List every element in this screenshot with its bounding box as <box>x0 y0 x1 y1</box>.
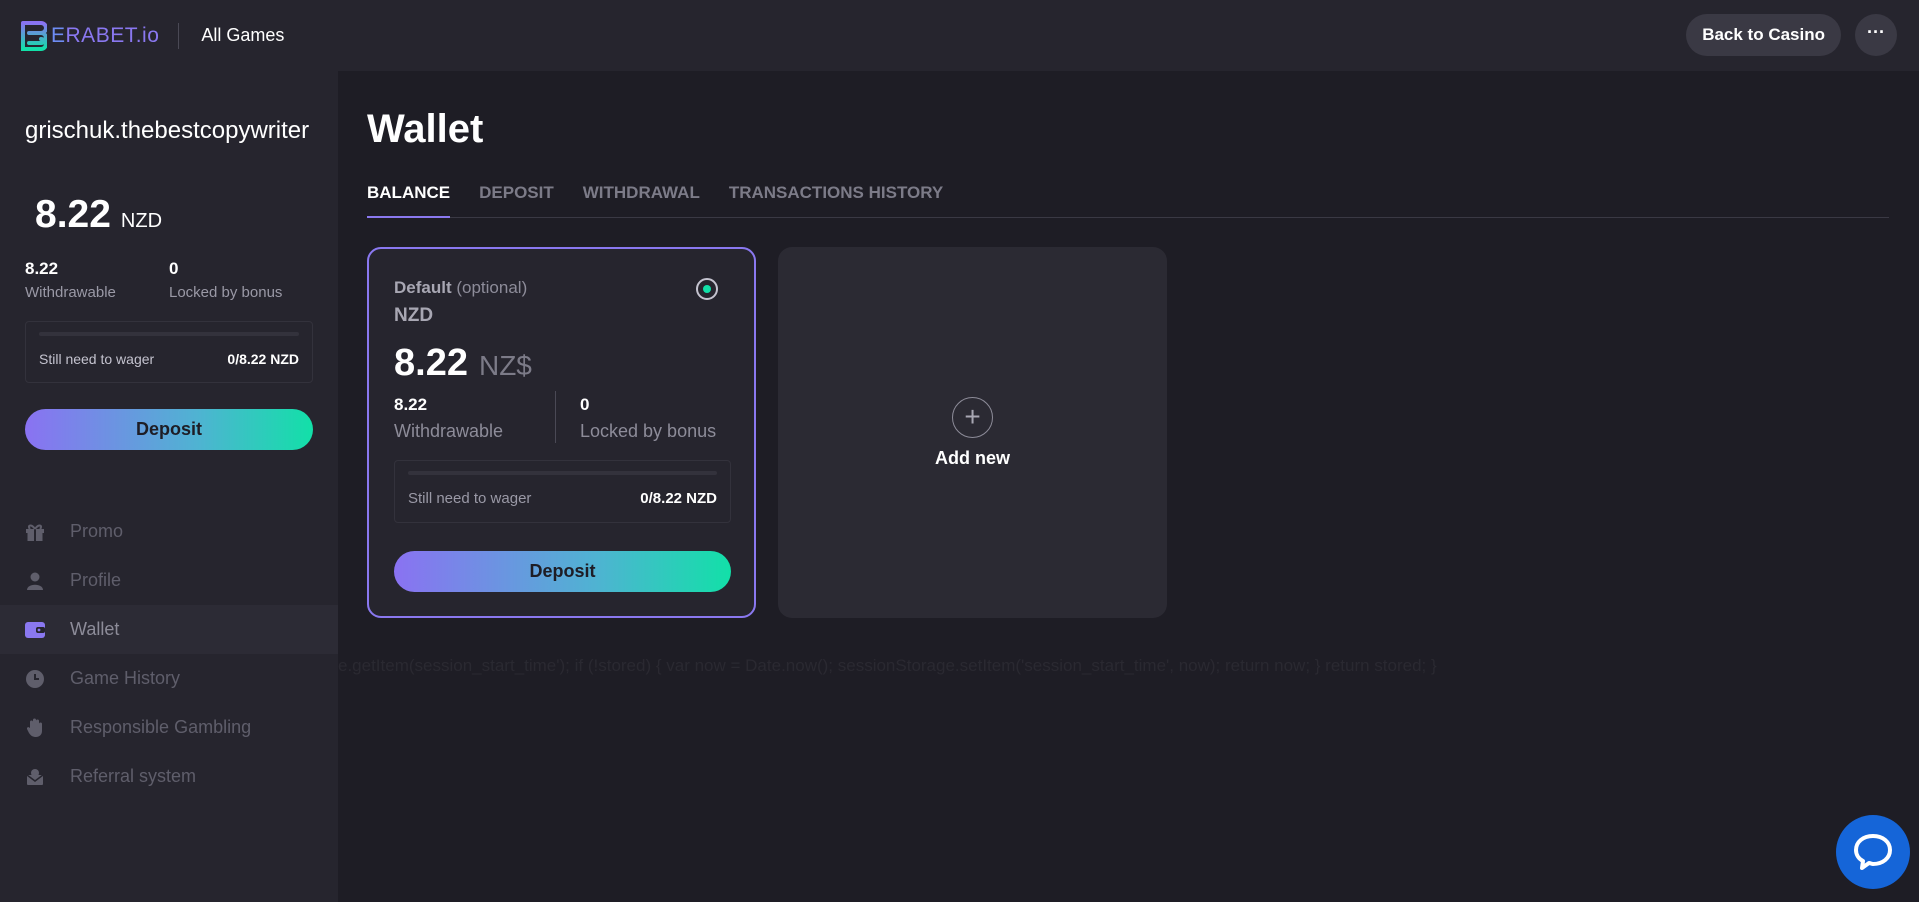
sidebar-item-label: Wallet <box>70 619 120 639</box>
gift-icon <box>24 521 46 543</box>
tab-withdrawal[interactable]: WITHDRAWAL <box>583 171 700 218</box>
sidebar-item-wallet[interactable]: Wallet <box>0 605 338 654</box>
wallet-wager-value: 0/8.22 NZD <box>640 490 717 507</box>
sidebar-item-responsible-gambling[interactable]: Responsible Gambling <box>0 703 338 752</box>
tab-balance[interactable]: BALANCE <box>367 171 451 218</box>
wallet-amount-value: 8.22 <box>394 342 468 384</box>
sidebar-item-referral-system[interactable]: Referral system <box>0 752 338 801</box>
sidebar-locked-label: Locked by bonus <box>169 284 283 301</box>
sidebar-item-game-history[interactable]: Game History <box>0 654 338 703</box>
top-header: ERABET.io All Games Back to Casino ··· <box>0 0 1919 71</box>
more-menu-button[interactable]: ··· <box>1855 14 1897 56</box>
leaked-script-text: e.getItem(session_start_time'); if (!sto… <box>338 656 1437 675</box>
sidebar-locked: 0 Locked by bonus <box>169 259 282 301</box>
live-chat-button[interactable] <box>1836 815 1910 889</box>
wallet-locked: 0 Locked by bonus <box>580 395 716 442</box>
logo[interactable]: ERABET.io <box>19 19 159 53</box>
add-new-wallet-card[interactable]: + Add new <box>778 247 1167 618</box>
wallet-wager-progress <box>408 471 717 475</box>
chat-bubble-icon <box>1854 834 1892 870</box>
wallet-currency-symbol: NZ$ <box>478 350 532 381</box>
wallet-withdrawable-label: Withdrawable <box>394 421 504 441</box>
sidebar-item-label: Profile <box>70 570 122 590</box>
clock-icon <box>24 668 46 690</box>
username: grischuk.thebestcopywriter <box>25 117 310 144</box>
default-wallet-radio[interactable] <box>696 278 718 300</box>
wallet-locked-label: Locked by bonus <box>580 421 717 441</box>
wallet-withdrawable: 8.22 Withdrawable <box>394 395 503 442</box>
wallet-wager-label: Still need to wager <box>408 490 532 507</box>
sidebar-balance-currency: NZD <box>120 210 163 232</box>
sidebar-item-profile[interactable]: Profile <box>0 556 338 605</box>
plus-icon: + <box>952 396 993 438</box>
referral-icon <box>24 766 46 788</box>
wallet-stat-divider <box>555 391 556 443</box>
sidebar-locked-value: 0 <box>169 259 179 278</box>
wallet-deposit-button[interactable]: Deposit <box>394 551 731 592</box>
tab-deposit[interactable]: DEPOSIT <box>479 171 554 218</box>
sidebar-wager-box: Still need to wager 0/8.22 NZD <box>25 321 313 383</box>
sidebar: grischuk.thebestcopywriter 8.22 NZD 8.22… <box>0 71 338 902</box>
wallet-currency: NZD <box>394 305 434 326</box>
sidebar-item-promo[interactable]: Promo <box>0 507 338 556</box>
sidebar-withdrawable: 8.22 Withdrawable <box>25 259 116 301</box>
sidebar-wager-label: Still need to wager <box>39 351 155 367</box>
sidebar-wager-value: 0/8.22 NZD <box>227 351 299 367</box>
wallet-icon <box>24 619 46 641</box>
hand-icon <box>24 717 46 739</box>
wallet-amount: 8.22 NZ$ <box>394 342 532 385</box>
tab-transactions-history[interactable]: TRANSACTIONS HISTORY <box>729 171 943 218</box>
logo-text: ERABET.io <box>51 23 160 47</box>
sidebar-deposit-button[interactable]: Deposit <box>25 409 313 450</box>
wallet-default-label: Default (optional) <box>394 278 528 297</box>
more-icon: ··· <box>1867 22 1885 42</box>
sidebar-wager-progress <box>39 332 299 336</box>
wallet-card-nzd[interactable]: Default (optional) NZD 8.22 NZ$ 8.22 Wit… <box>367 247 756 618</box>
sidebar-withdrawable-value: 8.22 <box>25 259 59 278</box>
wallet-withdrawable-value: 8.22 <box>394 395 428 414</box>
all-games-link[interactable]: All Games <box>201 25 284 46</box>
sidebar-item-label: Referral system <box>70 766 197 786</box>
person-icon <box>24 570 46 592</box>
wallet-tabs: BALANCE DEPOSIT WITHDRAWAL TRANSACTIONS … <box>367 171 1889 218</box>
main-content: Wallet BALANCE DEPOSIT WITHDRAWAL TRANSA… <box>338 71 1919 902</box>
sidebar-balance-amount: 8.22 <box>35 193 111 236</box>
sidebar-item-label: Promo <box>70 521 124 541</box>
radio-selected-dot <box>703 285 711 293</box>
wallet-wager-box: Still need to wager 0/8.22 NZD <box>394 460 731 523</box>
header-divider <box>178 22 180 49</box>
sidebar-balance: 8.22 NZD <box>35 193 162 237</box>
back-to-casino-button[interactable]: Back to Casino <box>1686 14 1841 56</box>
page-title: Wallet <box>367 107 484 151</box>
sidebar-withdrawable-label: Withdrawable <box>25 284 116 301</box>
wallet-locked-value: 0 <box>580 395 590 414</box>
add-new-label: Add new <box>935 447 1010 468</box>
sidebar-nav: Promo Profile Wallet Game History Respon… <box>0 507 338 801</box>
erabet-logo-icon <box>21 20 47 51</box>
header-actions: Back to Casino ··· <box>1686 14 1897 56</box>
sidebar-item-label: Responsible Gambling <box>70 717 252 737</box>
sidebar-item-label: Game History <box>70 668 181 688</box>
